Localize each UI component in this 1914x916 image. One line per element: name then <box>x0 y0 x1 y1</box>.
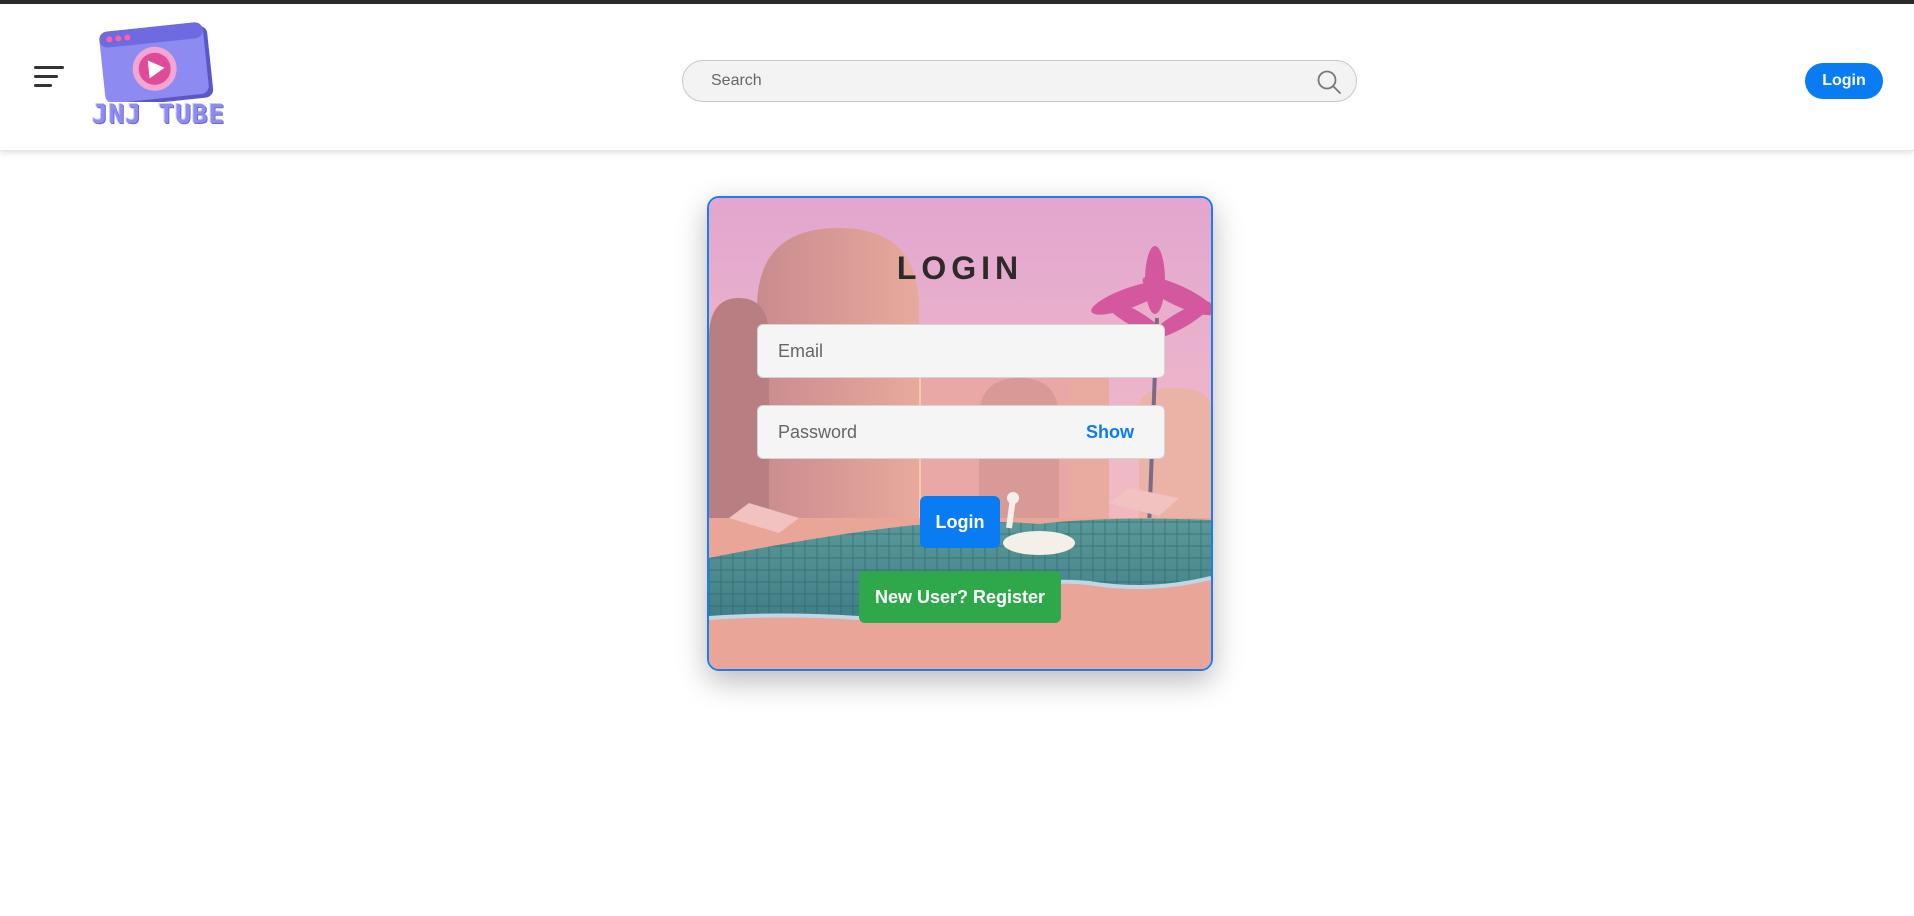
register-button[interactable]: New User? Register <box>859 571 1061 623</box>
site-header: JNJ TUBE Login <box>0 4 1914 151</box>
site-logo[interactable]: JNJ TUBE <box>92 22 252 134</box>
login-card: LOGIN Show Login New User? Register <box>707 196 1213 671</box>
password-field-wrapper: Show <box>757 405 1165 459</box>
header-login-button[interactable]: Login <box>1805 63 1883 99</box>
login-submit-button[interactable]: Login <box>920 496 1000 548</box>
search-input[interactable] <box>683 61 1303 101</box>
logo-icon <box>99 22 214 107</box>
login-title: LOGIN <box>896 250 1024 286</box>
email-field-wrapper <box>757 324 1165 378</box>
search-icon[interactable] <box>1316 69 1342 95</box>
search-bar <box>682 60 1357 102</box>
brand-text: JNJ TUBE <box>92 100 226 130</box>
email-field[interactable] <box>758 325 1164 377</box>
show-password-toggle[interactable]: Show <box>1086 422 1134 443</box>
menu-icon[interactable] <box>34 64 68 90</box>
